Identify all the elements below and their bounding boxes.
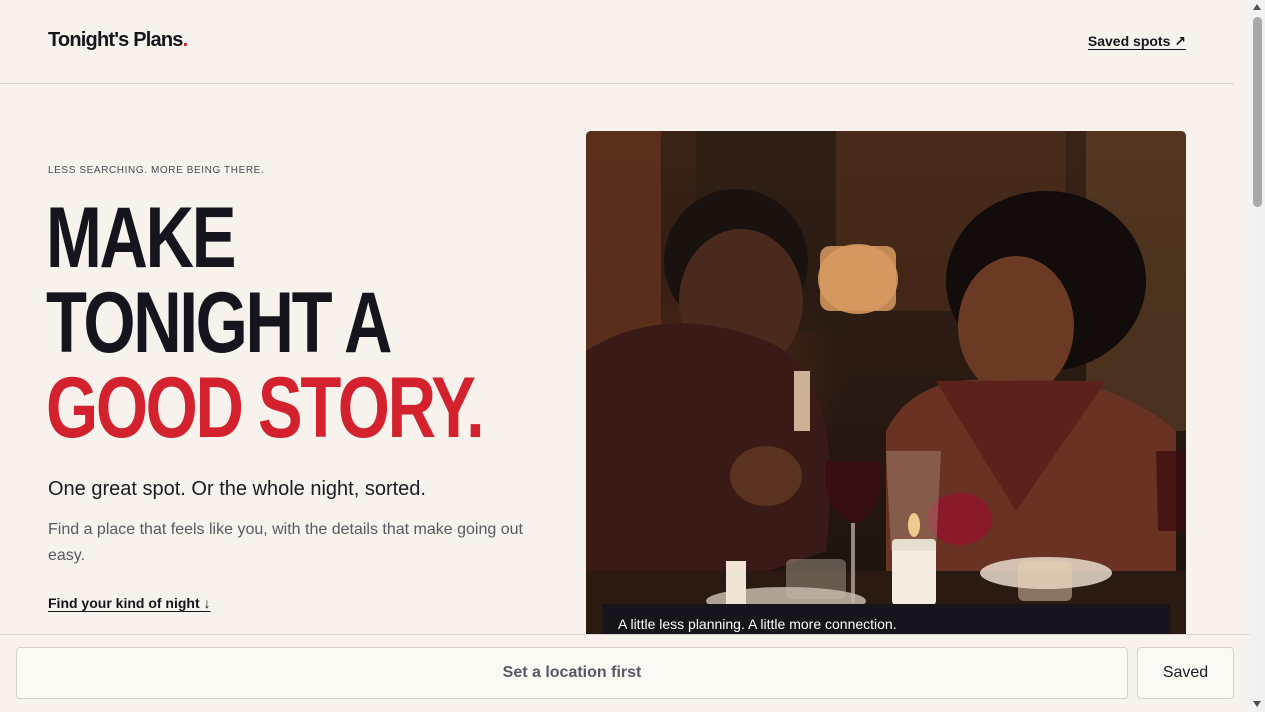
logo[interactable]: Tonight's Plans. [48,29,189,52]
headline-line-1: MAKE [46,190,236,286]
site-header: Tonight's Plans. Saved spots ↗ [0,0,1234,84]
headline-accent: GOOD STORY. [46,360,485,456]
saved-spots-link[interactable]: Saved spots ↗ [1088,33,1186,50]
scroll-up-arrow-icon[interactable] [1253,4,1261,10]
hero-photo [586,131,1186,634]
hero-headline: MAKE TONIGHT A GOOD STORY. [46,190,485,456]
set-location-button[interactable]: Set a location first [16,647,1128,699]
find-your-night-link[interactable]: Find your kind of night ↓ [48,595,211,611]
hero-eyebrow: LESS SEARCHING. MORE BEING THERE. [48,165,265,176]
page-scrollbar[interactable] [1250,0,1265,712]
saved-button[interactable]: Saved [1137,647,1234,699]
photo-caption: A little less planning. A little more co… [602,604,1170,634]
couple-dinner-illustration [586,131,1186,634]
logo-text: Tonight's Plans [48,29,183,51]
hero-body: Find a place that feels like you, with t… [48,521,523,564]
scroll-thumb[interactable] [1253,17,1262,207]
hero-subhead: One great spot. Or the whole night, sort… [48,478,426,500]
headline-line-2: TONIGHT A [46,275,392,371]
scroll-down-arrow-icon[interactable] [1253,701,1261,707]
logo-dot: . [182,29,189,51]
